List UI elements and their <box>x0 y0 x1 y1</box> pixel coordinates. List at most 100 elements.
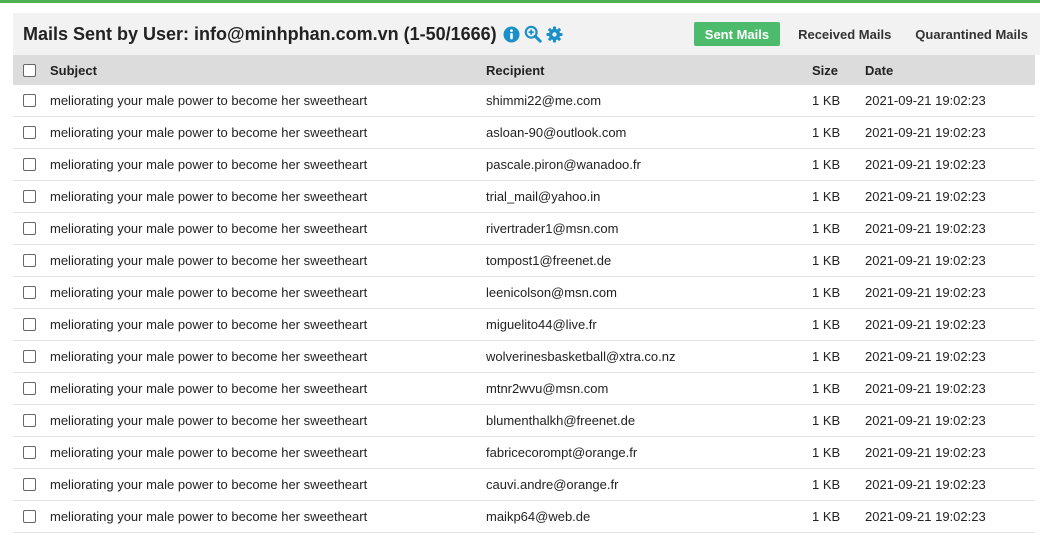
header-icons <box>503 25 563 43</box>
row-recipient: blumenthalkh@freenet.de <box>486 413 636 428</box>
row-checkbox[interactable] <box>23 414 36 427</box>
row-date: 2021-09-21 19:02:23 <box>865 157 986 172</box>
row-size: 1 KB <box>812 477 841 492</box>
column-header-subject[interactable]: Subject <box>50 55 97 85</box>
row-subject[interactable]: meliorating your male power to become he… <box>50 85 367 116</box>
row-subject[interactable]: meliorating your male power to become he… <box>50 277 367 308</box>
row-subject[interactable]: meliorating your male power to become he… <box>50 245 367 276</box>
row-subject[interactable]: meliorating your male power to become he… <box>50 373 367 404</box>
info-icon[interactable] <box>503 26 520 43</box>
row-checkbox[interactable] <box>23 254 36 267</box>
row-date: 2021-09-21 19:02:23 <box>865 253 986 268</box>
gear-icon[interactable] <box>546 26 563 43</box>
row-checkbox-cell <box>23 245 36 276</box>
row-size: 1 KB <box>812 509 841 524</box>
row-checkbox[interactable] <box>23 158 36 171</box>
row-checkbox-cell <box>23 405 36 436</box>
table-row[interactable]: meliorating your male power to become he… <box>13 213 1035 245</box>
row-checkbox[interactable] <box>23 478 36 491</box>
table-row[interactable]: meliorating your male power to become he… <box>13 277 1035 309</box>
table-row[interactable]: meliorating your male power to become he… <box>13 245 1035 277</box>
row-checkbox[interactable] <box>23 318 36 331</box>
row-size: 1 KB <box>812 221 841 236</box>
row-date: 2021-09-21 19:02:23 <box>865 477 986 492</box>
row-checkbox[interactable] <box>23 126 36 139</box>
table-row[interactable]: meliorating your male power to become he… <box>13 181 1035 213</box>
row-subject[interactable]: meliorating your male power to become he… <box>50 117 367 148</box>
top-accent-bar <box>0 0 1040 3</box>
row-checkbox-cell <box>23 85 36 116</box>
row-size: 1 KB <box>812 93 841 108</box>
row-recipient: trial_mail@yahoo.in <box>486 189 601 204</box>
page-header: Mails Sent by User: info@minhphan.com.vn… <box>13 13 1040 55</box>
table-row[interactable]: meliorating your male power to become he… <box>13 309 1035 341</box>
row-date: 2021-09-21 19:02:23 <box>865 189 986 204</box>
row-checkbox[interactable] <box>23 510 36 523</box>
row-checkbox[interactable] <box>23 94 36 107</box>
row-size: 1 KB <box>812 125 841 140</box>
row-subject[interactable]: meliorating your male power to become he… <box>50 341 367 372</box>
mail-table-body: meliorating your male power to become he… <box>13 85 1035 533</box>
row-size: 1 KB <box>812 445 841 460</box>
row-checkbox-cell <box>23 181 36 212</box>
row-subject[interactable]: meliorating your male power to become he… <box>50 501 367 532</box>
row-recipient: miguelito44@live.fr <box>486 317 597 332</box>
row-checkbox[interactable] <box>23 286 36 299</box>
table-row[interactable]: meliorating your male power to become he… <box>13 501 1035 533</box>
column-header-date[interactable]: Date <box>865 55 893 85</box>
row-date: 2021-09-21 19:02:23 <box>865 413 986 428</box>
row-subject[interactable]: meliorating your male power to become he… <box>50 469 367 500</box>
row-size: 1 KB <box>812 189 841 204</box>
row-recipient: cauvi.andre@orange.fr <box>486 477 619 492</box>
row-checkbox-cell <box>23 501 36 532</box>
table-header: Subject Recipient Size Date <box>13 55 1035 85</box>
row-date: 2021-09-21 19:02:23 <box>865 125 986 140</box>
select-all-checkbox[interactable] <box>23 63 36 77</box>
column-header-size[interactable]: Size <box>812 55 838 85</box>
table-row[interactable]: meliorating your male power to become he… <box>13 85 1035 117</box>
table-row[interactable]: meliorating your male power to become he… <box>13 117 1035 149</box>
select-all-cell <box>23 55 36 85</box>
row-checkbox-cell <box>23 117 36 148</box>
table-row[interactable]: meliorating your male power to become he… <box>13 469 1035 501</box>
row-checkbox[interactable] <box>23 350 36 363</box>
row-subject[interactable]: meliorating your male power to become he… <box>50 309 367 340</box>
row-date: 2021-09-21 19:02:23 <box>865 509 986 524</box>
row-size: 1 KB <box>812 285 841 300</box>
row-subject[interactable]: meliorating your male power to become he… <box>50 405 367 436</box>
tab-sent-mails[interactable]: Sent Mails <box>693 22 781 46</box>
row-size: 1 KB <box>812 253 841 268</box>
table-row[interactable]: meliorating your male power to become he… <box>13 341 1035 373</box>
row-recipient: mtnr2wvu@msn.com <box>486 381 609 396</box>
row-subject[interactable]: meliorating your male power to become he… <box>50 437 367 468</box>
row-subject[interactable]: meliorating your male power to become he… <box>50 213 367 244</box>
row-recipient: wolverinesbasketball@xtra.co.nz <box>486 349 676 364</box>
row-date: 2021-09-21 19:02:23 <box>865 221 986 236</box>
row-checkbox[interactable] <box>23 190 36 203</box>
row-checkbox[interactable] <box>23 222 36 235</box>
row-recipient: shimmi22@me.com <box>486 93 602 108</box>
row-size: 1 KB <box>812 413 841 428</box>
row-checkbox[interactable] <box>23 382 36 395</box>
row-recipient: pascale.piron@wanadoo.fr <box>486 157 641 172</box>
column-header-recipient[interactable]: Recipient <box>486 55 545 85</box>
table-row[interactable]: meliorating your male power to become he… <box>13 437 1035 469</box>
row-checkbox-cell <box>23 309 36 340</box>
row-checkbox-cell <box>23 213 36 244</box>
row-date: 2021-09-21 19:02:23 <box>865 349 986 364</box>
row-checkbox[interactable] <box>23 446 36 459</box>
row-date: 2021-09-21 19:02:23 <box>865 285 986 300</box>
tab-quarantined-mails[interactable]: Quarantined Mails <box>903 22 1040 46</box>
row-subject[interactable]: meliorating your male power to become he… <box>50 149 367 180</box>
row-date: 2021-09-21 19:02:23 <box>865 381 986 396</box>
row-recipient: tompost1@freenet.de <box>486 253 612 268</box>
row-subject[interactable]: meliorating your male power to become he… <box>50 181 367 212</box>
table-row[interactable]: meliorating your male power to become he… <box>13 149 1035 181</box>
table-row[interactable]: meliorating your male power to become he… <box>13 405 1035 437</box>
tab-received-mails[interactable]: Received Mails <box>786 22 903 46</box>
row-size: 1 KB <box>812 317 841 332</box>
table-row[interactable]: meliorating your male power to become he… <box>13 373 1035 405</box>
row-recipient: asloan-90@outlook.com <box>486 125 627 140</box>
row-checkbox-cell <box>23 149 36 180</box>
zoom-in-icon[interactable] <box>524 25 542 43</box>
